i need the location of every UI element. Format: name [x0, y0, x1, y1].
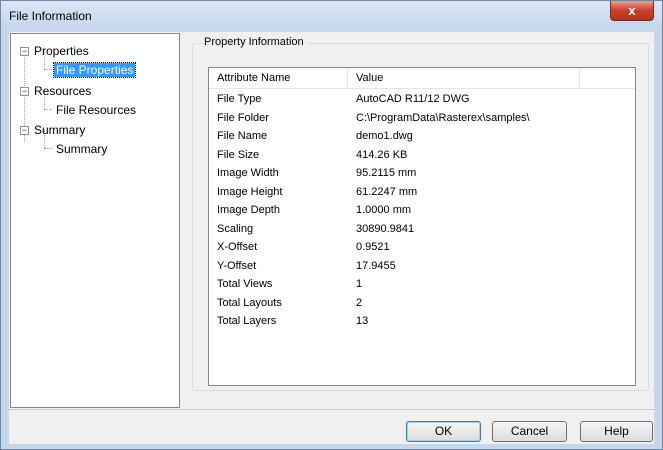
tree-connector	[44, 69, 52, 70]
tree-connector	[44, 109, 52, 110]
value-cell: 414.26 KB	[356, 148, 408, 161]
table-row[interactable]: Image Height 61.2247 mm	[209, 184, 635, 200]
table-row[interactable]: Total Views 1	[209, 276, 635, 292]
tree-node-properties[interactable]: Properties	[34, 43, 89, 59]
value-cell: 30890.9841	[356, 222, 415, 235]
table-row[interactable]: File Size 414.26 KB	[209, 147, 635, 163]
collapse-toggle-icon[interactable]: −	[20, 126, 29, 135]
table-row[interactable]: File Folder C:\ProgramData\Rasterex\sampl…	[209, 110, 635, 126]
table-row[interactable]: Total Layouts 2	[209, 295, 635, 311]
value-cell: 1.0000 mm	[356, 204, 412, 216]
file-information-dialog: File Information x − Properties File Pro…	[0, 0, 663, 450]
tree-node-file-resources[interactable]: File Resources	[56, 102, 136, 118]
attribute-name-cell: Image Depth	[217, 204, 280, 216]
table-row[interactable]: Image Depth 1.0000 mm	[209, 202, 635, 218]
attribute-name-cell: Total Layers	[217, 315, 277, 327]
attribute-name-cell: X-Offset	[217, 241, 258, 253]
property-list[interactable]: Attribute Name Value File Type AutoCAD R1…	[208, 67, 636, 386]
table-row[interactable]: X-Offset 0.9521	[209, 239, 635, 255]
table-row[interactable]: File Type AutoCAD R11/12 DWG	[209, 91, 635, 107]
category-tree[interactable]: − Properties File Properties − Resources…	[10, 33, 180, 408]
attribute-name-cell: File Size	[217, 148, 260, 161]
tree-node-summary[interactable]: Summary	[34, 122, 85, 138]
attribute-name-cell: Image Width	[217, 167, 279, 179]
column-header-value[interactable]: Value	[348, 68, 580, 88]
value-cell: C:\ProgramData\Rasterex\samples\	[356, 111, 530, 124]
value-cell: 0.9521	[356, 241, 390, 253]
column-header-empty	[580, 68, 635, 88]
value-cell: 95.2115 mm	[356, 167, 417, 179]
cancel-button[interactable]: Cancel	[492, 421, 567, 442]
list-header: Attribute Name Value	[209, 68, 635, 89]
tree-node-summary-child[interactable]: Summary	[56, 141, 107, 157]
value-cell: 1	[356, 278, 363, 290]
ok-button[interactable]: OK	[406, 421, 481, 442]
column-header-attribute-name[interactable]: Attribute Name	[209, 68, 348, 88]
attribute-name-cell: Scaling	[217, 222, 254, 235]
close-button[interactable]: x	[610, 1, 654, 21]
value-cell: 17.9455	[356, 259, 396, 272]
value-cell: AutoCAD R11/12 DWG	[356, 93, 470, 105]
attribute-name-cell: Image Height	[217, 185, 283, 198]
tree-node-resources[interactable]: Resources	[34, 83, 91, 99]
help-button[interactable]: Help	[580, 421, 653, 442]
window-title: File Information	[9, 9, 92, 23]
group-label: Property Information	[201, 36, 307, 48]
attribute-name-cell: Total Views	[217, 278, 273, 290]
dialog-client-area: − Properties File Properties − Resources…	[9, 32, 654, 444]
value-cell: 2	[356, 296, 363, 309]
value-cell: 13	[356, 315, 369, 327]
footer-divider	[9, 409, 654, 410]
attribute-name-cell: Y-Offset	[217, 259, 257, 272]
value-cell: demo1.dwg	[356, 130, 413, 142]
tree-node-file-properties[interactable]: File Properties	[52, 62, 137, 78]
collapse-toggle-icon[interactable]: −	[20, 87, 29, 96]
attribute-name-cell: File Folder	[217, 111, 269, 124]
table-row[interactable]: Y-Offset 17.9455	[209, 258, 635, 274]
table-row[interactable]: Total Layers 13	[209, 313, 635, 329]
attribute-name-cell: File Type	[217, 93, 262, 105]
collapse-toggle-icon[interactable]: −	[20, 47, 29, 56]
table-row[interactable]: Scaling 30890.9841	[209, 221, 635, 237]
title-bar: File Information x	[1, 1, 662, 31]
table-row[interactable]: Image Width 95.2115 mm	[209, 165, 635, 181]
value-cell: 61.2247 mm	[356, 185, 418, 198]
attribute-name-cell: File Name	[217, 130, 268, 142]
tree-node-label: File Properties	[52, 62, 137, 78]
attribute-name-cell: Total Layouts	[217, 296, 282, 309]
tree-connector	[44, 148, 52, 149]
table-row[interactable]: File Name demo1.dwg	[209, 128, 635, 144]
